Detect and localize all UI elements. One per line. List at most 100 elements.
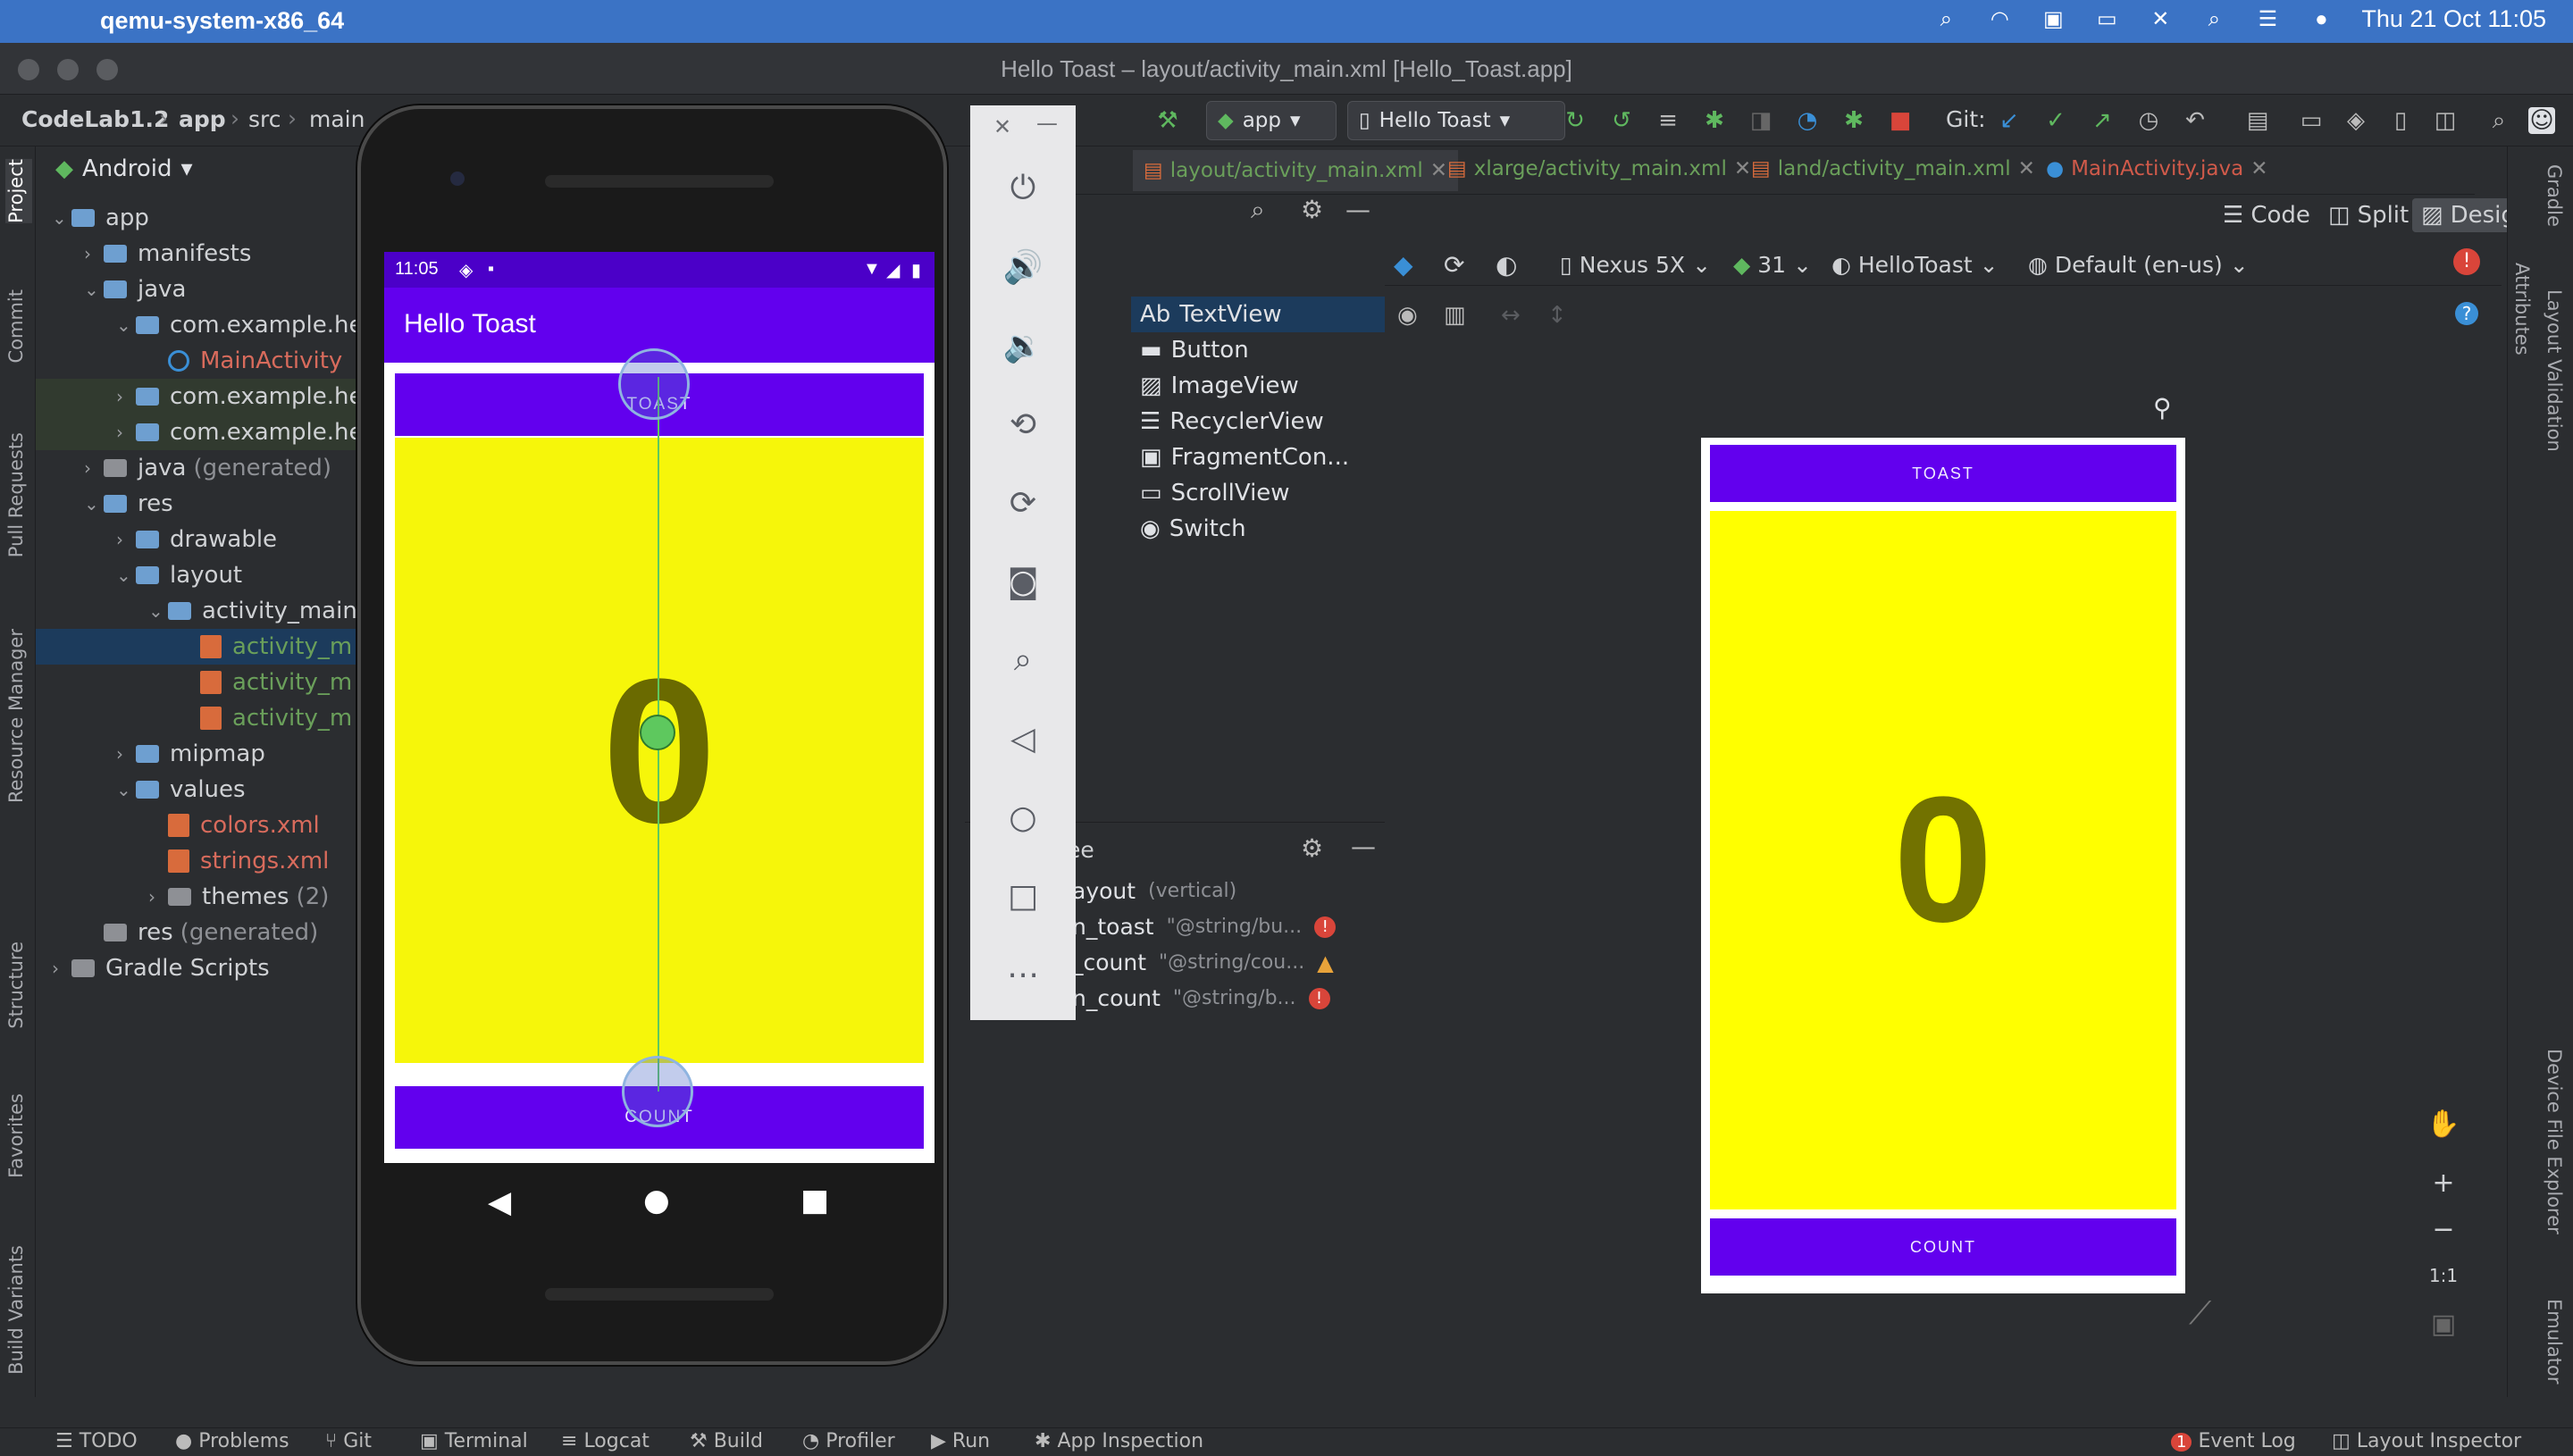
device-picker[interactable]: ▯ Nexus 5X ⌄ bbox=[1560, 252, 1711, 278]
stop-icon[interactable]: ■ bbox=[1885, 105, 1915, 136]
apply-code-changes-icon[interactable]: ↺ bbox=[1606, 105, 1637, 136]
pan-hand-icon[interactable]: ✋ bbox=[2418, 1100, 2469, 1147]
palette-item-button[interactable]: ▬ Button bbox=[1140, 332, 1249, 368]
tool-tab-resource-manager[interactable]: Resource Manager bbox=[5, 629, 32, 803]
back-icon[interactable]: ◁ bbox=[1002, 718, 1043, 759]
chevron-down-icon[interactable]: ⌄ bbox=[52, 207, 71, 229]
zoom-icon[interactable]: ⌕ bbox=[1002, 640, 1043, 681]
night-mode-icon[interactable]: ◐ bbox=[1496, 250, 1517, 280]
wifi-icon[interactable]: ◠ bbox=[1986, 6, 2013, 33]
breadcrumb-src[interactable]: src bbox=[248, 106, 281, 132]
spotlight-search-icon[interactable]: ⌕ bbox=[2200, 6, 2227, 33]
chevron-down-icon[interactable]: ⌄ bbox=[116, 314, 136, 336]
camera-icon[interactable]: ◙ bbox=[1002, 561, 1043, 602]
build-hammer-icon[interactable]: ⚒ bbox=[1152, 105, 1183, 136]
tool-tab-commit[interactable]: Commit bbox=[5, 289, 32, 364]
resize-handle-icon[interactable]: ⟋ bbox=[2189, 1295, 2211, 1333]
breadcrumb-project[interactable]: CodeLab1.2 bbox=[21, 106, 169, 132]
preview-toast-button[interactable]: TOAST bbox=[1710, 445, 2176, 502]
active-app-name[interactable]: qemu-system-x86_64 bbox=[100, 7, 344, 35]
project-tree-node[interactable]: › java (generated) bbox=[84, 450, 331, 486]
siri-icon[interactable]: ● bbox=[2308, 6, 2334, 33]
rotate-left-icon[interactable]: ⟲ bbox=[1002, 404, 1043, 445]
tool-tab-event-log[interactable]: 1 Event Log bbox=[2171, 1430, 2296, 1452]
more-options-icon[interactable]: ⋯ bbox=[1002, 954, 1043, 995]
error-icon[interactable]: ! bbox=[1314, 916, 1337, 938]
tool-tab-emulator[interactable]: Emulator bbox=[2544, 1299, 2565, 1384]
close-tab-icon[interactable]: ✕ bbox=[2018, 157, 2035, 180]
error-indicator-icon[interactable]: ! bbox=[2453, 248, 2480, 275]
eye-icon[interactable]: ◉ bbox=[1397, 302, 1418, 329]
avd-manager-icon[interactable]: ▭ bbox=[2296, 105, 2326, 136]
tool-tab-structure[interactable]: Structure bbox=[5, 941, 32, 1029]
editor-tab-land[interactable]: ▤ land/activity_main.xml ✕ bbox=[1751, 157, 2035, 180]
project-tree-node[interactable]: strings.xml bbox=[148, 843, 329, 879]
tool-tab-favorites[interactable]: Favorites bbox=[5, 1093, 32, 1178]
zoom-actual-size-button[interactable]: 1:1 bbox=[2418, 1252, 2469, 1299]
preview-count-text[interactable]: 0 bbox=[1710, 511, 2176, 1209]
overview-icon[interactable]: □ bbox=[1002, 875, 1043, 916]
tool-tab-terminal[interactable]: ▣ Terminal bbox=[420, 1430, 528, 1452]
close-tab-icon[interactable]: ✕ bbox=[1430, 159, 1447, 182]
chevron-right-icon[interactable]: › bbox=[52, 958, 71, 979]
close-tab-icon[interactable]: ✕ bbox=[2250, 157, 2267, 180]
git-update-icon[interactable]: ↙ bbox=[1994, 105, 2024, 136]
tool-tab-problems[interactable]: ● Problems bbox=[175, 1430, 289, 1452]
tool-tab-todo[interactable]: ☰ TODO bbox=[55, 1430, 138, 1452]
split-mode-button[interactable]: ◫ Split bbox=[2328, 202, 2409, 229]
profile-icon[interactable]: ◔ bbox=[1792, 105, 1823, 136]
recents-nav-icon[interactable]: ■ bbox=[800, 1183, 829, 1218]
component-tree-row[interactable]: n_toast "@string/bu...! bbox=[1072, 914, 1337, 940]
chevron-right-icon[interactable]: › bbox=[116, 386, 136, 407]
project-tree-node[interactable]: › mipmap bbox=[116, 736, 265, 772]
project-tree-node[interactable]: ⌄ app bbox=[52, 200, 149, 236]
error-icon[interactable]: ! bbox=[1308, 987, 1330, 1009]
tool-tab-layout-validation[interactable]: Layout Validation bbox=[2544, 289, 2565, 452]
tool-tab-project[interactable]: Project bbox=[5, 159, 32, 223]
bluetooth-off-icon[interactable]: ✕ bbox=[2147, 6, 2174, 33]
home-nav-icon[interactable]: ● bbox=[643, 1183, 670, 1218]
project-tree-node[interactable]: colors.xml bbox=[148, 807, 320, 843]
chevron-down-icon[interactable]: ⌄ bbox=[84, 279, 104, 300]
project-tree-node[interactable]: › Gradle Scripts bbox=[52, 950, 270, 986]
palette-item-recyclerview[interactable]: ☰ RecyclerView bbox=[1140, 404, 1324, 439]
tool-tab-logcat[interactable]: ≡ Logcat bbox=[561, 1430, 650, 1452]
palette-item-fragmentcontainer[interactable]: ▣ FragmentCon... bbox=[1140, 439, 1349, 475]
breadcrumb-module[interactable]: app bbox=[179, 106, 226, 132]
project-tree-node[interactable]: activity_m bbox=[180, 665, 352, 700]
component-tree-row[interactable]: _count "@string/cou... ▲ bbox=[1072, 950, 1334, 975]
chevron-right-icon[interactable]: › bbox=[84, 457, 104, 479]
run-tests-icon[interactable]: ≡ bbox=[1653, 105, 1683, 136]
tool-tab-layout-inspector[interactable]: ◫ Layout Inspector bbox=[2332, 1430, 2521, 1452]
resize-vertical-icon[interactable]: ↕ bbox=[1547, 302, 1567, 329]
resize-horizontal-icon[interactable]: ↔ bbox=[1501, 302, 1521, 329]
project-tree-node[interactable]: ⌄ java bbox=[84, 272, 186, 307]
chevron-right-icon[interactable]: › bbox=[116, 422, 136, 443]
zoom-to-fit-icon[interactable]: ▣ bbox=[2418, 1301, 2469, 1347]
control-center-icon[interactable]: ☰ bbox=[2254, 6, 2281, 33]
zoom-in-button[interactable]: + bbox=[2418, 1159, 2469, 1206]
orientation-icon[interactable]: ⟳ bbox=[1444, 250, 1464, 280]
tool-tab-app-inspection[interactable]: ✱ App Inspection bbox=[1035, 1430, 1203, 1452]
component-tree-row[interactable]: ayout (vertical) bbox=[1072, 878, 1236, 904]
zoom-out-button[interactable]: − bbox=[2418, 1206, 2469, 1252]
palette-item-imageview[interactable]: ▨ ImageView bbox=[1140, 368, 1299, 404]
git-rollback-icon[interactable]: ↶ bbox=[2180, 105, 2210, 136]
tool-tab-run[interactable]: ▶ Run bbox=[931, 1430, 990, 1452]
clock[interactable]: Thu 21 Oct 11:05 bbox=[2361, 5, 2546, 33]
component-tree-row[interactable]: n_count "@string/b...! bbox=[1072, 985, 1330, 1011]
palette-item-textview[interactable]: Ab TextView bbox=[1140, 297, 1282, 332]
project-tree-node[interactable]: › themes (2) bbox=[148, 879, 329, 915]
chevron-down-icon[interactable]: ⌄ bbox=[116, 779, 136, 800]
home-icon[interactable]: ○ bbox=[1002, 797, 1043, 838]
chevron-down-icon[interactable]: ⌄ bbox=[148, 600, 168, 622]
code-mode-button[interactable]: ☰ Code bbox=[2223, 202, 2310, 229]
layers-icon[interactable]: ◆ bbox=[1394, 250, 1413, 280]
run-config-select[interactable]: ◆ app ▾ bbox=[1206, 101, 1337, 140]
tool-tab-git[interactable]: ⑂ Git bbox=[325, 1430, 372, 1452]
locale-picker[interactable]: ◍ Default (en-us) ⌄ bbox=[2028, 252, 2249, 278]
search-icon[interactable]: ⌕ bbox=[1251, 195, 1265, 225]
sdk-manager-icon[interactable]: ◈ bbox=[2341, 105, 2371, 136]
project-view-select[interactable]: ◆ Android ▾ bbox=[55, 155, 193, 182]
gear-icon[interactable]: ⚙ bbox=[1301, 195, 1323, 224]
